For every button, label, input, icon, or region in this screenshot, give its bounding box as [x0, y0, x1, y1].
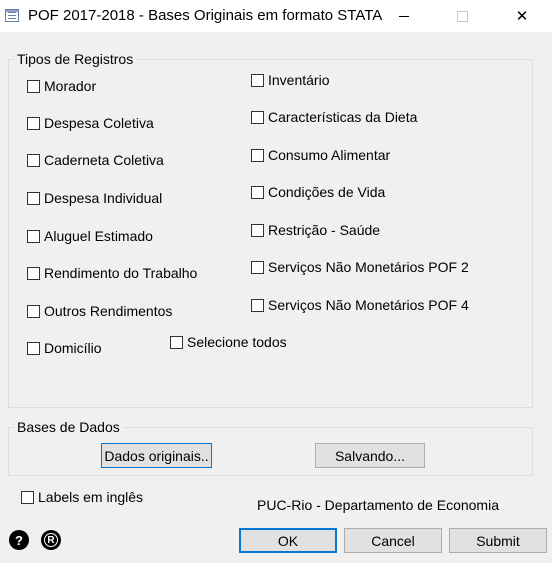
- tipo-left-checkbox-6[interactable]: Outros Rendimentos: [27, 303, 172, 319]
- checkbox-box[interactable]: [251, 110, 264, 124]
- tipo-right-checkbox-6[interactable]: Serviços Não Monetários POF 4: [251, 297, 469, 313]
- checkbox-box[interactable]: [27, 341, 40, 355]
- tipo-left-checkbox-4[interactable]: Aluguel Estimado: [27, 228, 153, 244]
- tipo-left-checkbox-2[interactable]: Caderneta Coletiva: [27, 152, 164, 168]
- select-all-checkbox[interactable]: Selecione todos: [170, 334, 287, 350]
- cancel-button[interactable]: Cancel: [344, 528, 442, 553]
- window-title: POF 2017-2018 - Bases Originais em forma…: [28, 7, 383, 24]
- tipo-left-checkbox-1[interactable]: Despesa Coletiva: [27, 115, 154, 131]
- tipo-right-checkbox-0[interactable]: Inventário: [251, 72, 329, 88]
- help-icon[interactable]: ?: [9, 530, 29, 550]
- tipo-right-checkbox-3[interactable]: Condições de Vida: [251, 184, 385, 200]
- tipo-right-checkbox-2[interactable]: Consumo Alimentar: [251, 147, 390, 163]
- tipo-left-checkbox-label: Domicílio: [44, 340, 102, 356]
- tipo-right-checkbox-4[interactable]: Restrição - Saúde: [251, 222, 380, 238]
- checkbox-box[interactable]: [21, 490, 34, 504]
- checkbox-box[interactable]: [27, 266, 40, 280]
- tipo-right-checkbox-label: Consumo Alimentar: [268, 147, 391, 163]
- tipo-right-checkbox-5[interactable]: Serviços Não Monetários POF 2: [251, 259, 469, 275]
- tipo-right-checkbox-label: Inventário: [268, 72, 330, 88]
- tipo-left-checkbox-label: Rendimento do Trabalho: [44, 265, 198, 281]
- minimize-button[interactable]: [381, 0, 427, 32]
- tipos-legend: Tipos de Registros: [14, 51, 137, 67]
- tipo-right-checkbox-label: Condições de Vida: [268, 184, 386, 200]
- maximize-icon: [456, 10, 468, 22]
- tipo-left-checkbox-7[interactable]: Domicílio: [27, 340, 102, 356]
- minimize-icon: [399, 15, 409, 17]
- checkbox-box[interactable]: [251, 73, 264, 87]
- select-all-label: Selecione todos: [187, 334, 287, 350]
- checkbox-box[interactable]: [27, 116, 40, 130]
- close-button[interactable]: ✕: [499, 0, 545, 32]
- tipo-left-checkbox-label: Despesa Individual: [44, 190, 163, 206]
- tipo-left-checkbox-label: Aluguel Estimado: [44, 228, 153, 244]
- labels-ingles-checkbox[interactable]: Labels em inglês: [21, 489, 143, 505]
- salvando-button[interactable]: Salvando...: [315, 443, 425, 468]
- tipo-right-checkbox-1[interactable]: Características da Dieta: [251, 109, 417, 125]
- app-icon: [5, 9, 19, 22]
- tipo-left-checkbox-3[interactable]: Despesa Individual: [27, 190, 162, 206]
- r-icon[interactable]: R: [41, 530, 61, 550]
- checkbox-box[interactable]: [27, 304, 40, 318]
- checkbox-box[interactable]: [251, 260, 264, 274]
- close-icon: ✕: [515, 8, 529, 25]
- checkbox-box[interactable]: [27, 191, 40, 205]
- tipo-right-checkbox-label: Restrição - Saúde: [268, 222, 381, 238]
- tipo-left-checkbox-label: Outros Rendimentos: [44, 303, 173, 319]
- submit-button[interactable]: Submit: [449, 528, 547, 553]
- checkbox-box[interactable]: [27, 79, 40, 93]
- bases-legend: Bases de Dados: [14, 419, 123, 435]
- tipo-left-checkbox-5[interactable]: Rendimento do Trabalho: [27, 265, 197, 281]
- tipo-right-checkbox-label: Serviços Não Monetários POF 4: [268, 297, 469, 313]
- tipo-right-checkbox-label: Serviços Não Monetários POF 2: [268, 259, 469, 275]
- tipo-right-checkbox-label: Características da Dieta: [268, 109, 418, 125]
- maximize-button[interactable]: [439, 0, 485, 32]
- tipo-left-checkbox-label: Morador: [44, 78, 97, 94]
- checkbox-box[interactable]: [251, 148, 264, 162]
- checkbox-box[interactable]: [251, 223, 264, 237]
- checkbox-box[interactable]: [170, 335, 183, 349]
- checkbox-box[interactable]: [27, 229, 40, 243]
- labels-ingles-label: Labels em inglês: [38, 489, 144, 505]
- tipo-left-checkbox-label: Caderneta Coletiva: [44, 152, 164, 168]
- title-bar: POF 2017-2018 - Bases Originais em forma…: [0, 0, 552, 32]
- footer-credit: PUC-Rio - Departamento de Economia: [257, 497, 499, 513]
- tipo-left-checkbox-0[interactable]: Morador: [27, 78, 96, 94]
- tipo-left-checkbox-label: Despesa Coletiva: [44, 115, 154, 131]
- ok-button[interactable]: OK: [239, 528, 337, 553]
- checkbox-box[interactable]: [251, 185, 264, 199]
- checkbox-box[interactable]: [27, 153, 40, 167]
- checkbox-box[interactable]: [251, 298, 264, 312]
- dados-originais-button[interactable]: Dados originais..: [101, 443, 212, 468]
